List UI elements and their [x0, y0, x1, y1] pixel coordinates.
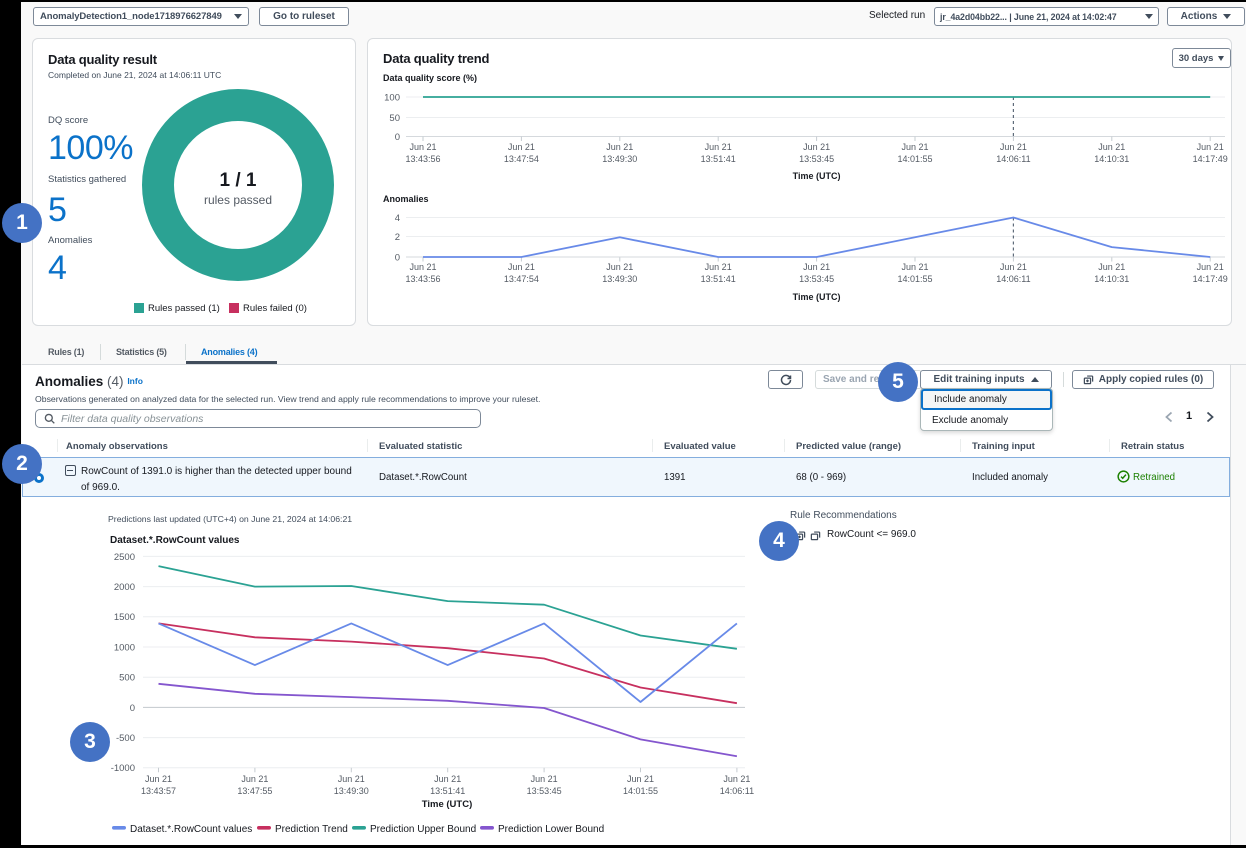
svg-text:500: 500 [119, 673, 135, 684]
svg-text:Jun 21: Jun 21 [1098, 142, 1125, 152]
svg-text:100: 100 [384, 93, 400, 104]
svg-text:13:49:30: 13:49:30 [334, 786, 369, 796]
svg-text:13:49:30: 13:49:30 [602, 274, 637, 284]
svg-text:4: 4 [395, 213, 400, 224]
svg-text:13:53:45: 13:53:45 [527, 786, 562, 796]
svg-text:Jun 21: Jun 21 [434, 774, 461, 784]
svg-text:Prediction Lower Bound: Prediction Lower Bound [498, 824, 604, 835]
svg-text:Jun 21: Jun 21 [901, 262, 928, 272]
svg-text:50: 50 [389, 113, 400, 124]
svg-text:13:53:45: 13:53:45 [799, 274, 834, 284]
svg-text:Jun 21: Jun 21 [338, 774, 365, 784]
svg-text:14:06:11: 14:06:11 [996, 274, 1030, 284]
svg-text:Jun 21: Jun 21 [1197, 142, 1224, 152]
svg-text:13:51:41: 13:51:41 [701, 154, 736, 164]
svg-text:14:06:11: 14:06:11 [720, 786, 754, 796]
svg-text:Jun 21: Jun 21 [606, 262, 633, 272]
svg-text:Jun 21: Jun 21 [508, 142, 535, 152]
svg-text:13:47:54: 13:47:54 [504, 154, 539, 164]
svg-text:Jun 21: Jun 21 [145, 774, 172, 784]
svg-text:13:47:54: 13:47:54 [504, 274, 539, 284]
svg-text:1500: 1500 [114, 612, 135, 623]
svg-text:14:01:55: 14:01:55 [623, 786, 658, 796]
svg-text:-1000: -1000 [111, 763, 135, 774]
svg-text:Jun 21: Jun 21 [531, 774, 558, 784]
svg-text:Jun 21: Jun 21 [803, 262, 830, 272]
svg-text:Prediction Trend: Prediction Trend [275, 824, 348, 835]
svg-text:Jun 21: Jun 21 [1098, 262, 1125, 272]
svg-text:13:43:56: 13:43:56 [405, 274, 440, 284]
svg-text:2000: 2000 [114, 582, 135, 593]
svg-text:Jun 21: Jun 21 [241, 774, 268, 784]
svg-text:Jun 21: Jun 21 [508, 262, 535, 272]
svg-text:Time (UTC): Time (UTC) [793, 292, 841, 302]
svg-text:2500: 2500 [114, 552, 135, 563]
svg-text:13:43:56: 13:43:56 [405, 154, 440, 164]
svg-text:Jun 21: Jun 21 [1000, 142, 1027, 152]
svg-text:2: 2 [395, 232, 400, 243]
svg-text:Jun 21: Jun 21 [1197, 262, 1224, 272]
svg-text:Time (UTC): Time (UTC) [422, 799, 473, 810]
svg-text:13:53:45: 13:53:45 [799, 154, 834, 164]
svg-text:13:51:41: 13:51:41 [701, 274, 736, 284]
svg-text:Jun 21: Jun 21 [723, 774, 750, 784]
svg-text:0: 0 [395, 132, 400, 143]
svg-text:0: 0 [395, 253, 400, 264]
svg-text:Jun 21: Jun 21 [705, 262, 732, 272]
svg-text:14:01:55: 14:01:55 [897, 154, 932, 164]
svg-text:Jun 21: Jun 21 [627, 774, 654, 784]
svg-text:Jun 21: Jun 21 [606, 142, 633, 152]
svg-text:Dataset.*.RowCount values: Dataset.*.RowCount values [130, 824, 252, 835]
svg-text:Jun 21: Jun 21 [901, 142, 928, 152]
svg-text:13:49:30: 13:49:30 [602, 154, 637, 164]
svg-text:13:51:41: 13:51:41 [430, 786, 465, 796]
svg-text:0: 0 [130, 703, 135, 714]
svg-text:14:17:49: 14:17:49 [1193, 274, 1228, 284]
svg-text:14:06:11: 14:06:11 [996, 154, 1030, 164]
svg-text:14:10:31: 14:10:31 [1094, 154, 1129, 164]
svg-text:Jun 21: Jun 21 [1000, 262, 1027, 272]
svg-text:Prediction Upper Bound: Prediction Upper Bound [370, 824, 476, 835]
svg-text:13:47:55: 13:47:55 [237, 786, 272, 796]
svg-text:Jun 21: Jun 21 [409, 142, 436, 152]
svg-text:14:01:55: 14:01:55 [897, 274, 932, 284]
svg-text:Time (UTC): Time (UTC) [793, 171, 841, 181]
svg-text:14:10:31: 14:10:31 [1094, 274, 1129, 284]
svg-text:13:43:57: 13:43:57 [141, 786, 176, 796]
svg-text:1000: 1000 [114, 642, 135, 653]
svg-text:Jun 21: Jun 21 [705, 142, 732, 152]
svg-text:-500: -500 [116, 733, 135, 744]
svg-text:Jun 21: Jun 21 [409, 262, 436, 272]
svg-text:14:17:49: 14:17:49 [1193, 154, 1228, 164]
svg-text:Jun 21: Jun 21 [803, 142, 830, 152]
